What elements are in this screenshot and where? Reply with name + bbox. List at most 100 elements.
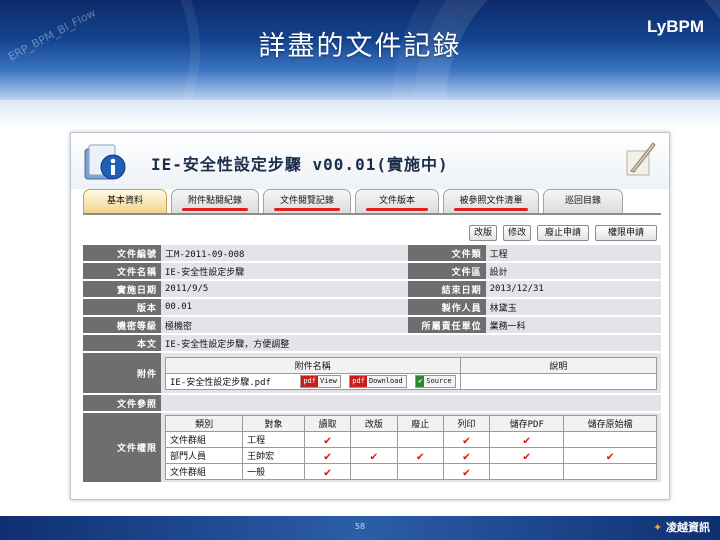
- attachment-header-desc: 說明: [459, 356, 658, 374]
- attachment-file-link[interactable]: IE-安全性設定步驟.pdf: [170, 378, 271, 388]
- permission-header: 讀取: [303, 415, 352, 432]
- tab-label: 文件閱覽記錄: [279, 196, 334, 206]
- download-button[interactable]: pdf Download: [349, 374, 407, 388]
- permission-table: 類別 對象 讀取 改版 廢止 列印 儲存PDF 儲存原始檔 文件群組 工程 ✔ ✔ ✔ 部門人員 王帥宏 ✔ ✔…: [164, 415, 657, 480]
- check-icon: ✔: [563, 447, 657, 464]
- tab-label: 巡回目錄: [564, 196, 601, 206]
- action-button-0[interactable]: 改版: [469, 225, 497, 241]
- doc-name-value: IE-安全性設定步驟: [161, 263, 408, 279]
- doc-number-value: 工M-2011-09-008: [161, 245, 408, 261]
- permission-header: 類別: [164, 415, 244, 432]
- permission-header: 儲存原始檔: [563, 415, 657, 432]
- footer-logo-text: 凌越資訊: [666, 521, 710, 534]
- page-number: 58: [354, 522, 366, 531]
- document-info-table: 文件編號 工M-2011-09-008 文件類 工程 文件名稱 IE-安全性設定…: [83, 243, 661, 484]
- empty-cell: [350, 431, 398, 448]
- doc-type-value: 工程: [485, 245, 661, 261]
- document-panel: IE-安全性設定步驟 v00.01(實施中) 基本資料 附件點閱紀錄 文件閱覽記錄文…: [70, 132, 670, 500]
- empty-cell: [489, 463, 565, 480]
- reference-value: [161, 395, 661, 411]
- empty-cell: [563, 431, 657, 448]
- doc-type-label: 文件類: [407, 245, 486, 261]
- pdf-icon: pdf: [350, 375, 367, 387]
- end-date-value: 2013/12/31: [485, 281, 661, 297]
- permission-category: 部門人員: [164, 447, 244, 464]
- effective-date-label: 實施日期: [83, 281, 161, 297]
- attachment-label: 附件: [83, 353, 161, 393]
- dept-value: 業務一科: [485, 317, 661, 333]
- reference-label: 文件參照: [83, 395, 161, 411]
- action-button-2[interactable]: 廢止申請: [537, 225, 589, 241]
- content-value: IE-安全性設定步驟，方便調整: [161, 335, 661, 351]
- tab-5[interactable]: 巡回目錄: [543, 189, 623, 213]
- quill-icon: [626, 142, 656, 176]
- source-icon: ✔: [416, 375, 425, 387]
- permission-row: 文件群組 一般 ✔ ✔: [164, 463, 657, 480]
- permission-target: 王帥宏: [242, 447, 305, 464]
- check-icon: ✔: [303, 431, 352, 448]
- permission-cell: 類別 對象 讀取 改版 廢止 列印 儲存PDF 儲存原始檔 文件群組 工程 ✔ ✔ ✔ 部門人員 王帥宏 ✔ ✔…: [161, 413, 661, 482]
- action-buttons: 改版 修改 廢止申請 權限申請: [469, 225, 657, 241]
- permission-target: 工程: [242, 431, 305, 448]
- highlight-underline: [182, 208, 248, 211]
- view-label: View: [320, 376, 337, 385]
- doc-category-value: 設計: [485, 263, 661, 279]
- attachment-table: 附件名稱 說明 IE-安全性設定步驟.pdf pdf View pdf Downlo…: [165, 356, 658, 390]
- tab-3[interactable]: 文件版本: [355, 189, 439, 213]
- permission-row: 部門人員 王帥宏 ✔ ✔ ✔ ✔ ✔ ✔: [164, 447, 657, 464]
- download-label: Download: [368, 376, 403, 385]
- attachment-header-name: 附件名稱: [165, 356, 461, 374]
- check-icon: ✔: [442, 447, 491, 464]
- empty-cell: [396, 431, 444, 448]
- content-label: 本文: [83, 335, 161, 351]
- check-icon: ✔: [303, 447, 352, 464]
- source-button[interactable]: ✔ Source: [415, 374, 456, 388]
- permission-header: 廢止: [396, 415, 444, 432]
- action-button-1[interactable]: 修改: [503, 225, 531, 241]
- footer-logo: ✦ 凌越資訊: [653, 519, 710, 535]
- check-icon: ✔: [489, 431, 565, 448]
- permission-category: 文件群組: [164, 431, 244, 448]
- version-value: 00.01: [161, 299, 408, 315]
- highlight-underline: [366, 208, 428, 211]
- attachment-desc-cell: [459, 372, 658, 390]
- doc-category-label: 文件區: [407, 263, 486, 279]
- tab-label: 基本資料: [106, 196, 143, 206]
- empty-cell: [350, 463, 398, 480]
- doc-number-label: 文件編號: [83, 245, 161, 261]
- attachment-cell: 附件名稱 說明 IE-安全性設定步驟.pdf pdf View pdf Downlo…: [161, 353, 661, 393]
- tab-label: 附件點閱紀錄: [187, 196, 242, 206]
- author-label: 製作人員: [407, 299, 486, 315]
- source-label: Source: [426, 376, 452, 385]
- highlight-underline: [454, 208, 528, 211]
- slide-title: 詳盡的文件記錄: [258, 31, 462, 62]
- attachment-name-cell: IE-安全性設定步驟.pdf pdf View pdf Download ✔ Sour…: [165, 372, 461, 390]
- check-icon: ✔: [442, 431, 491, 448]
- check-icon: ✔: [350, 447, 398, 464]
- permission-header: 列印: [442, 415, 491, 432]
- effective-date-value: 2011/9/5: [161, 281, 408, 297]
- version-label: 版本: [83, 299, 161, 315]
- check-icon: ✔: [489, 447, 565, 464]
- tab-4[interactable]: 被參照文件清單: [443, 189, 539, 213]
- permission-target: 一般: [242, 463, 305, 480]
- empty-cell: [396, 463, 444, 480]
- action-button-3[interactable]: 權限申請: [595, 225, 657, 241]
- permission-category: 文件群組: [164, 463, 244, 480]
- document-title: IE-安全性設定步驟 v00.01(實施中): [151, 155, 449, 174]
- tab-label: 文件版本: [378, 196, 415, 206]
- header-fade: [0, 100, 720, 130]
- dept-label: 所屬責任單位: [407, 317, 486, 333]
- author-value: 林黛玉: [485, 299, 661, 315]
- tab-0[interactable]: 基本資料: [83, 189, 167, 213]
- tab-2[interactable]: 文件閱覽記錄: [263, 189, 351, 213]
- permission-label: 文件權限: [83, 413, 161, 482]
- end-date-label: 結束日期: [407, 281, 486, 297]
- permission-header: 儲存PDF: [489, 415, 565, 432]
- view-button[interactable]: pdf View: [300, 374, 341, 388]
- tab-1[interactable]: 附件點閱紀錄: [171, 189, 259, 213]
- security-label: 機密等級: [83, 317, 161, 333]
- check-icon: ✔: [396, 447, 444, 464]
- permission-row: 文件群組 工程 ✔ ✔ ✔: [164, 431, 657, 448]
- info-folder-icon: [84, 144, 126, 180]
